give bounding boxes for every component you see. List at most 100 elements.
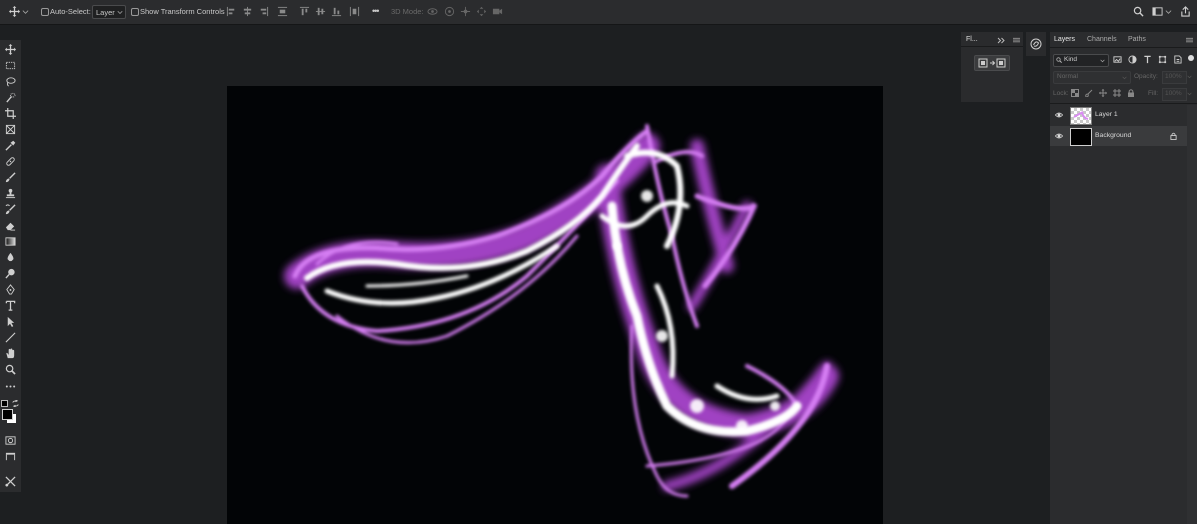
chevron-down-icon[interactable] bbox=[22, 6, 29, 17]
distribute-vertical-icon[interactable] bbox=[349, 6, 360, 17]
clone-stamp-tool-icon[interactable] bbox=[3, 186, 18, 201]
visibility-eye-icon[interactable] bbox=[1055, 132, 1063, 140]
fill-label: Fill: bbox=[1148, 90, 1159, 97]
3d-mode-label: 3D Mode: bbox=[391, 7, 424, 16]
zoom-tool-icon[interactable] bbox=[3, 362, 18, 377]
lock-position-icon[interactable] bbox=[1099, 89, 1107, 97]
panel-icon-strip bbox=[1026, 32, 1046, 56]
learn-panel-icon[interactable] bbox=[1030, 38, 1042, 50]
hand-tool-icon[interactable] bbox=[3, 346, 18, 361]
pan-3d-icon[interactable] bbox=[460, 6, 471, 17]
align-middle-icon[interactable] bbox=[315, 6, 326, 17]
align-bottom-icon[interactable] bbox=[331, 6, 342, 17]
healing-brush-tool-icon[interactable] bbox=[3, 154, 18, 169]
tab-paths[interactable]: Paths bbox=[1128, 36, 1146, 43]
opacity-input[interactable]: 100% bbox=[1162, 71, 1187, 84]
align-center-icon[interactable] bbox=[242, 6, 253, 17]
path-selection-tool-icon[interactable] bbox=[3, 314, 18, 329]
layer-thumbnail-art bbox=[1073, 111, 1089, 120]
layer-thumbnail bbox=[1070, 107, 1092, 125]
layer-row-background[interactable]: Background bbox=[1050, 126, 1187, 146]
move-tool-icon[interactable] bbox=[3, 42, 18, 57]
brush-tool-icon[interactable] bbox=[3, 170, 18, 185]
eyedropper-tool-icon[interactable] bbox=[3, 138, 18, 153]
layer-lock-icon bbox=[1170, 132, 1177, 140]
pen-tool-icon[interactable] bbox=[3, 282, 18, 297]
opacity-value: 100% bbox=[1165, 73, 1182, 80]
type-tool-icon[interactable] bbox=[3, 298, 18, 313]
align-left-icon[interactable] bbox=[226, 6, 237, 17]
panel-title: Fl... bbox=[966, 36, 978, 43]
history-brush-tool-icon[interactable] bbox=[3, 202, 18, 217]
edit-toolbar-icon[interactable] bbox=[3, 379, 18, 394]
tools-settings-icon[interactable] bbox=[3, 474, 18, 489]
auto-select-checkbox[interactable] bbox=[41, 8, 49, 16]
color-swatches[interactable] bbox=[1, 400, 20, 426]
light-painting-artwork bbox=[284, 124, 839, 498]
layer-filter-dropdown[interactable]: Kind bbox=[1053, 54, 1109, 67]
panel-menu-icon[interactable] bbox=[1013, 37, 1020, 43]
quick-selection-tool-icon[interactable] bbox=[3, 90, 18, 105]
layer-name: Layer 1 bbox=[1095, 111, 1118, 118]
filter-smart-object-icon[interactable] bbox=[1173, 55, 1182, 64]
filter-toggle-icon[interactable] bbox=[1188, 55, 1194, 61]
default-colors-icon[interactable] bbox=[1, 400, 8, 407]
screen-mode-icon[interactable] bbox=[3, 449, 18, 464]
dodge-tool-icon[interactable] bbox=[3, 266, 18, 281]
align-top-icon[interactable] bbox=[299, 6, 310, 17]
line-tool-icon[interactable] bbox=[3, 330, 18, 345]
quick-mask-icon[interactable] bbox=[3, 433, 18, 448]
chevron-down-icon[interactable] bbox=[1187, 74, 1192, 79]
swap-colors-icon[interactable] bbox=[12, 400, 19, 407]
auto-select-dropdown[interactable]: Layer bbox=[92, 5, 126, 19]
divider bbox=[1050, 103, 1197, 104]
lock-image-icon[interactable] bbox=[1085, 89, 1093, 97]
frame-tool-icon[interactable] bbox=[3, 122, 18, 137]
distribute-icon[interactable] bbox=[277, 6, 288, 17]
tab-layers[interactable]: Layers bbox=[1054, 36, 1075, 43]
collapse-icon[interactable] bbox=[997, 37, 1005, 44]
align-right-icon[interactable] bbox=[258, 6, 269, 17]
filter-shape-icon[interactable] bbox=[1158, 55, 1167, 64]
layer-row-layer-1[interactable]: Layer 1 bbox=[1050, 105, 1187, 125]
marquee-tool-icon[interactable] bbox=[3, 58, 18, 73]
chevron-down-icon bbox=[117, 10, 123, 15]
slide-3d-icon[interactable] bbox=[476, 6, 487, 17]
eraser-tool-icon[interactable] bbox=[3, 218, 18, 233]
layers-scrollbar[interactable] bbox=[1187, 105, 1197, 524]
filter-button[interactable] bbox=[974, 55, 1010, 71]
chevron-down-icon[interactable] bbox=[1165, 6, 1172, 17]
fill-input[interactable]: 100% bbox=[1162, 88, 1187, 101]
tab-channels[interactable]: Channels bbox=[1087, 36, 1117, 43]
filter-pixel-icon[interactable] bbox=[1113, 55, 1122, 64]
workspace-icon[interactable] bbox=[1152, 6, 1163, 17]
move-tool-icon[interactable] bbox=[9, 6, 20, 17]
filter-kind-label: Kind bbox=[1064, 56, 1078, 63]
filter-adjustment-icon[interactable] bbox=[1128, 55, 1137, 64]
panel-menu-icon[interactable] bbox=[1186, 37, 1193, 43]
lock-label: Lock: bbox=[1053, 90, 1069, 97]
lock-artboard-icon[interactable] bbox=[1113, 89, 1121, 97]
lock-all-icon[interactable] bbox=[1127, 89, 1135, 97]
document-canvas[interactable] bbox=[227, 86, 883, 524]
filter-type-icon[interactable] bbox=[1143, 55, 1152, 64]
roll-3d-icon[interactable] bbox=[444, 6, 455, 17]
show-transform-label: Show Transform Controls bbox=[140, 7, 225, 16]
filter-panel: Fl... bbox=[961, 32, 1023, 102]
blur-tool-icon[interactable] bbox=[3, 250, 18, 265]
share-icon[interactable] bbox=[1180, 6, 1191, 17]
orbit-3d-icon[interactable] bbox=[427, 6, 438, 17]
more-options-button[interactable]: ••• bbox=[372, 6, 380, 16]
search-icon[interactable] bbox=[1133, 6, 1144, 17]
gradient-tool-icon[interactable] bbox=[3, 234, 18, 249]
foreground-color-swatch[interactable] bbox=[2, 409, 13, 420]
lock-transparent-icon[interactable] bbox=[1071, 89, 1079, 97]
visibility-eye-icon[interactable] bbox=[1055, 111, 1063, 119]
show-transform-checkbox[interactable] bbox=[131, 8, 139, 16]
crop-tool-icon[interactable] bbox=[3, 106, 18, 121]
chevron-down-icon[interactable] bbox=[1187, 91, 1192, 96]
blend-mode-dropdown[interactable]: Normal bbox=[1053, 71, 1131, 84]
lasso-tool-icon[interactable] bbox=[3, 74, 18, 89]
scale-3d-icon[interactable] bbox=[492, 6, 503, 17]
search-icon bbox=[1056, 57, 1062, 63]
